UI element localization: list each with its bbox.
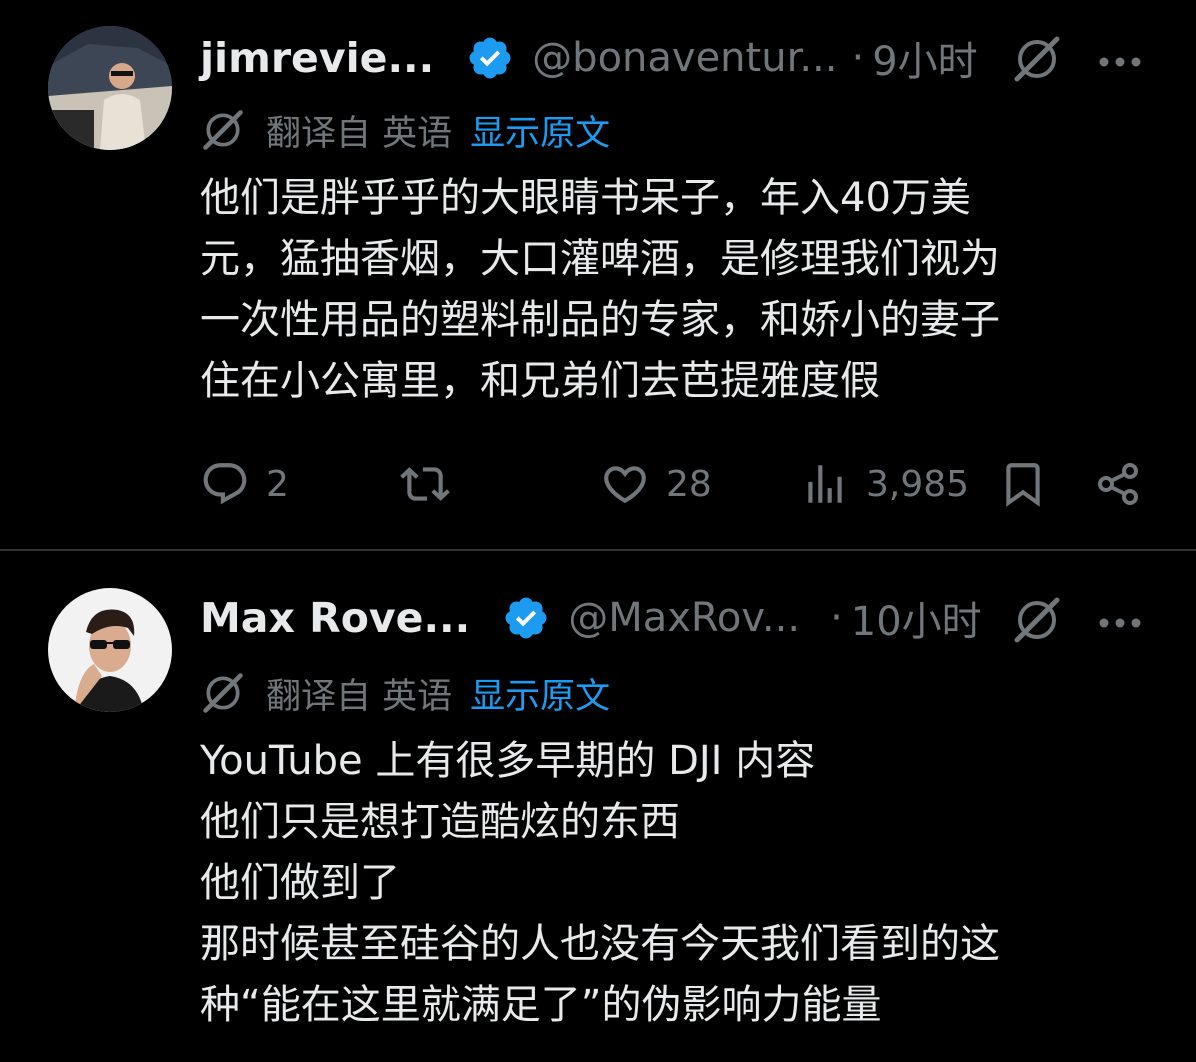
tweet-text: YouTube 上有很多早期的 DJI 内容 他们只是想打造酷炫的东西 他们做到…: [200, 731, 1160, 1036]
separator-dot: ·: [851, 35, 865, 81]
verified-badge-icon: [466, 34, 514, 82]
tweet-text-line: 元，猛抽香烟，大口灌啤酒，是修理我们视为: [200, 236, 1000, 282]
timestamp[interactable]: 9小时: [872, 29, 977, 87]
share-icon: [1098, 463, 1138, 505]
translated-from-label: 翻译自 英语: [266, 676, 453, 717]
author-handle[interactable]: @MaxRov...: [568, 595, 800, 641]
grok-icon[interactable]: [1012, 34, 1062, 84]
tweet-text-line: 住在小公寓里，和兄弟们去芭提雅度假: [200, 358, 880, 404]
translated-from-label: 翻译自 英语: [266, 113, 453, 154]
tweet-header: jimrevie... @bonaventur... · 9小时: [200, 26, 978, 90]
verified-badge-icon: [502, 594, 550, 642]
repost-icon: [400, 467, 450, 501]
reply-icon: [203, 463, 247, 505]
author-name[interactable]: jimrevie...: [200, 34, 434, 82]
tweet-text-line: 种“能在这里就满足了”的伪影响力能量: [200, 982, 882, 1028]
avatar[interactable]: [48, 26, 172, 150]
show-original-link[interactable]: 显示原文: [470, 668, 610, 719]
share-button[interactable]: [1094, 456, 1144, 512]
avatar[interactable]: [48, 588, 172, 712]
reply-button[interactable]: 2: [200, 456, 289, 512]
translation-bar: 翻译自 英语 显示原文: [200, 102, 610, 158]
tweet-text-line: YouTube 上有很多早期的 DJI 内容: [200, 738, 816, 784]
grok-icon: [200, 670, 246, 716]
tweet-text-line: 一次性用品的塑料制品的专家，和娇小的妻子: [200, 297, 1000, 343]
more-icon[interactable]: [1098, 53, 1142, 67]
views-icon: [808, 465, 842, 503]
like-icon: [604, 466, 646, 504]
separator-dot: ·: [830, 595, 843, 641]
tweet-1[interactable]: jimrevie... @bonaventur... · 9小时 翻译自 英语 …: [0, 0, 1196, 550]
grok-icon: [200, 107, 246, 153]
reply-count: 2: [266, 463, 289, 505]
like-count: 28: [666, 463, 712, 505]
show-original-link[interactable]: 显示原文: [470, 105, 610, 156]
tweet-header: Max Rove... @MaxRov... · 10小时: [200, 586, 982, 650]
like-button[interactable]: 28: [600, 456, 712, 512]
repost-button[interactable]: [400, 456, 466, 512]
action-bar: 2 28 3,985: [200, 456, 1160, 512]
translation-bar: 翻译自 英语 显示原文: [200, 665, 610, 721]
more-icon[interactable]: [1098, 614, 1142, 628]
view-count: 3,985: [866, 463, 970, 505]
bookmark-icon: [1006, 463, 1040, 507]
grok-icon[interactable]: [1012, 595, 1062, 645]
tweet-text-line: 那时候甚至硅谷的人也没有今天我们看到的这: [200, 921, 1000, 967]
tweet-text: 他们是胖乎乎的大眼睛书呆子，年入40万美 元，猛抽香烟，大口灌啤酒，是修理我们视…: [200, 168, 1160, 412]
tweet-2[interactable]: Max Rove... @MaxRov... · 10小时 翻译自 英语 显示原…: [0, 551, 1196, 1062]
views-button[interactable]: 3,985: [800, 456, 969, 512]
bookmark-button[interactable]: [998, 456, 1048, 512]
tweet-text-line: 他们是胖乎乎的大眼睛书呆子，年入40万美: [200, 175, 971, 221]
author-handle[interactable]: @bonaventur...: [532, 35, 837, 81]
author-name[interactable]: Max Rove...: [200, 594, 470, 642]
timestamp[interactable]: 10小时: [851, 589, 982, 647]
tweet-text-line: 他们做到了: [200, 860, 400, 906]
tweet-text-line: 他们只是想打造酷炫的东西: [200, 799, 680, 845]
